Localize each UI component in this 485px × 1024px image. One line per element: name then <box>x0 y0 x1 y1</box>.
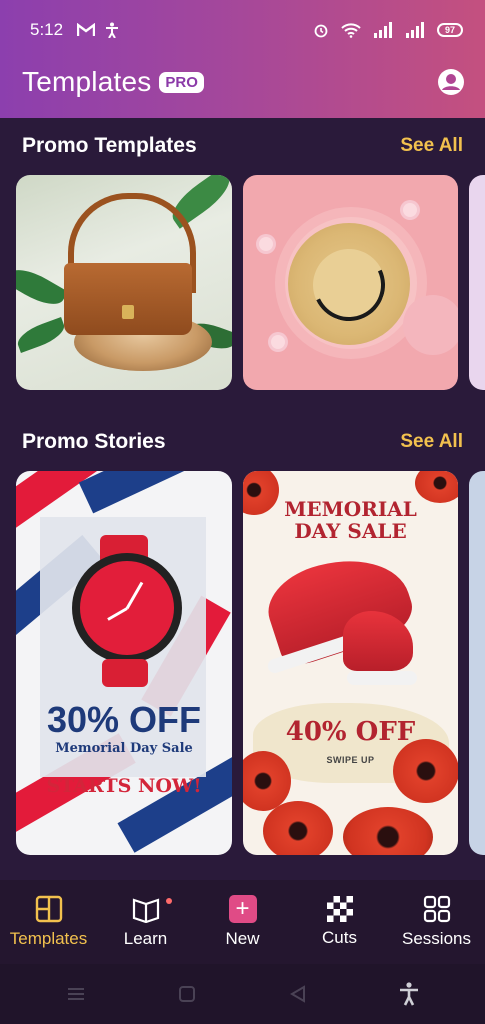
checker-icon <box>326 896 353 922</box>
flower-shape <box>403 203 417 217</box>
notification-dot <box>165 898 172 904</box>
nav-label: Learn <box>123 929 168 948</box>
home-icon[interactable] <box>178 985 196 1003</box>
plus-icon: + <box>228 895 257 923</box>
signal-icon <box>374 22 392 38</box>
templates-icon <box>35 895 62 923</box>
section-title: Promo Templates <box>22 134 197 157</box>
alarm-icon <box>314 24 328 38</box>
back-icon[interactable] <box>289 985 307 1003</box>
accessibility-icon[interactable] <box>399 982 419 1006</box>
nav-new[interactable]: + New <box>194 880 291 964</box>
pro-badge[interactable]: PRO <box>159 71 204 93</box>
leaf-shape <box>16 317 68 353</box>
menu-icon[interactable] <box>66 986 86 1002</box>
nav-label: Cuts <box>322 928 357 947</box>
title-bar: Templates PRO <box>22 62 465 102</box>
gift-shape <box>403 295 458 355</box>
app-header: 5:12 97 Templates PRO <box>0 0 485 118</box>
see-all-stories-link[interactable]: See All <box>400 431 463 453</box>
discount-text: 30% OFF <box>46 699 202 740</box>
bottom-nav: Templates Learn + New Cuts Sessions <box>0 880 485 964</box>
poppy-flower <box>393 739 458 803</box>
status-time: 5:12 <box>30 20 64 39</box>
story-card-peek[interactable] <box>469 471 485 855</box>
system-nav-bar <box>0 964 485 1024</box>
wifi-icon <box>341 23 361 38</box>
leaf-shape <box>16 261 68 313</box>
watch-strap <box>102 659 148 687</box>
template-card-handbag[interactable] <box>16 175 232 390</box>
story-card-shoe[interactable]: MEMORIAL DAY SALE 40% OFF SWIPE UP <box>243 471 458 855</box>
signal-icon-2 <box>406 22 424 38</box>
battery-icon: 97 <box>437 23 463 37</box>
story-card-watch[interactable]: 30% OFF Memorial Day Sale STARTS NOW! <box>16 471 232 855</box>
title-line-1: MEMORIAL <box>284 497 417 521</box>
book-icon <box>132 898 159 923</box>
nav-learn[interactable]: Learn <box>97 880 194 964</box>
stripe-shape <box>78 471 232 514</box>
subtitle-text: Memorial Day Sale <box>55 741 193 756</box>
nav-templates[interactable]: Templates <box>0 880 97 964</box>
poppy-flower <box>263 801 333 855</box>
accessibility-icon <box>106 22 119 38</box>
title-line-2: DAY SALE <box>294 519 407 543</box>
section-title: Promo Stories <box>22 430 166 453</box>
template-card-peek[interactable] <box>469 175 485 390</box>
template-card-hat[interactable] <box>243 175 458 390</box>
nav-cuts[interactable]: Cuts <box>291 880 388 964</box>
see-all-templates-link[interactable]: See All <box>400 135 463 157</box>
handbag-image <box>64 263 192 335</box>
bag-clasp <box>122 305 134 319</box>
status-bar: 5:12 97 <box>0 0 485 60</box>
flower-shape <box>259 237 273 251</box>
nav-label: Sessions <box>402 929 471 948</box>
nav-label: New <box>225 929 260 948</box>
flower-shape <box>271 335 285 349</box>
promo-templates-header: Promo Templates See All <box>22 134 463 158</box>
grid-icon <box>423 895 450 923</box>
nav-label: Templates <box>9 929 88 948</box>
cta-text: STARTS NOW! <box>46 775 202 797</box>
gmail-icon <box>77 23 96 36</box>
sneaker-sole <box>347 671 417 685</box>
nav-sessions[interactable]: Sessions <box>388 880 485 964</box>
profile-icon[interactable] <box>437 68 465 96</box>
page-title: Templates <box>22 66 152 97</box>
poppy-flower <box>243 751 291 811</box>
promo-stories-header: Promo Stories See All <box>22 430 463 454</box>
poppy-flower <box>343 807 433 855</box>
